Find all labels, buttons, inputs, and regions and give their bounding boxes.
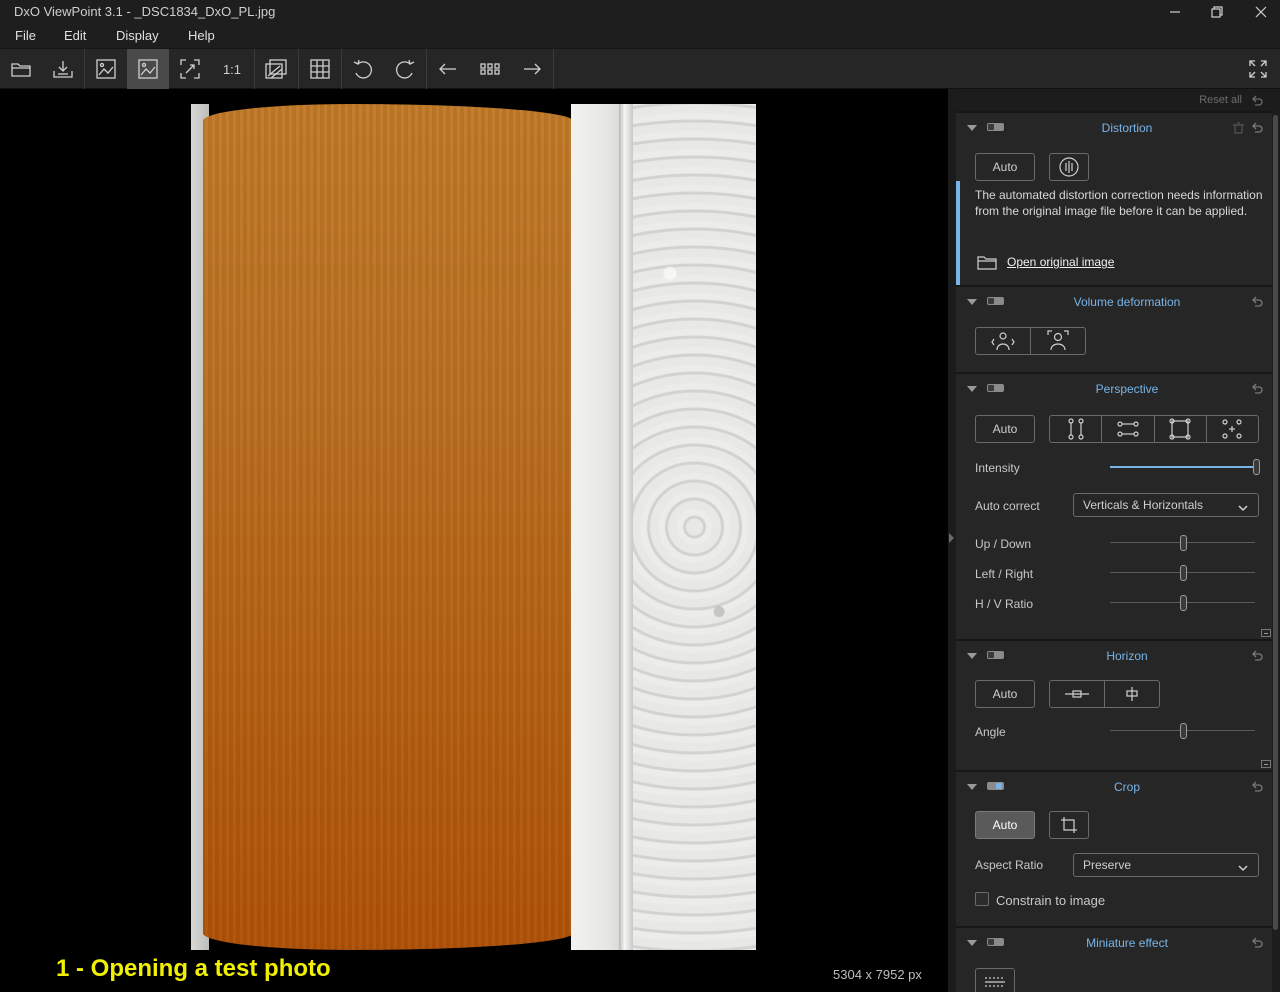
cylindrical-person-icon[interactable] bbox=[976, 328, 1031, 354]
close-button[interactable] bbox=[1238, 0, 1280, 24]
constrain-label: Constrain to image bbox=[996, 893, 1106, 908]
horizontal-parallel-icon[interactable] bbox=[1102, 416, 1155, 442]
collapse-advanced-icon[interactable] bbox=[1261, 629, 1271, 637]
panel-splitter[interactable] bbox=[948, 89, 956, 992]
menu-bar: File Edit Display Help bbox=[0, 24, 1280, 48]
left-right-label: Left / Right bbox=[975, 567, 1034, 581]
menu-file[interactable]: File bbox=[15, 28, 36, 43]
chevron-down-icon bbox=[1238, 501, 1248, 515]
volume-mode-group bbox=[975, 327, 1086, 355]
left-right-slider[interactable] bbox=[1110, 565, 1255, 581]
section-miniature-effect: Miniature effect bbox=[956, 926, 1272, 992]
angle-label: Angle bbox=[975, 725, 1006, 739]
section-title: Miniature effect bbox=[1086, 936, 1168, 950]
menu-edit[interactable]: Edit bbox=[64, 28, 86, 43]
distortion-auto-button[interactable]: Auto bbox=[975, 153, 1035, 181]
crop-auto-button[interactable]: Auto bbox=[975, 811, 1035, 839]
menu-help[interactable]: Help bbox=[188, 28, 215, 43]
custom-person-icon[interactable] bbox=[1031, 328, 1085, 354]
intensity-label: Intensity bbox=[975, 461, 1020, 475]
section-title: Perspective bbox=[1095, 382, 1159, 396]
photo bbox=[191, 104, 756, 950]
reset-all-button[interactable]: Reset all bbox=[1199, 94, 1242, 106]
angle-slider[interactable] bbox=[1110, 723, 1255, 739]
compare-icon[interactable] bbox=[255, 49, 297, 89]
reset-all-bar: Reset all bbox=[956, 89, 1280, 111]
info-message: The automated distortion correction need… bbox=[975, 188, 1263, 218]
undo-icon[interactable] bbox=[1251, 121, 1263, 133]
browse-grid-icon[interactable] bbox=[469, 49, 511, 89]
vertical-line-icon[interactable] bbox=[1105, 681, 1159, 707]
section-horizon: Horizon Auto Angle bbox=[956, 639, 1272, 770]
section-title: Volume deformation bbox=[1073, 295, 1181, 309]
horizon-auto-button[interactable]: Auto bbox=[975, 680, 1035, 708]
distortion-info-box: The automated distortion correction need… bbox=[956, 181, 1272, 287]
overlay-caption: 1 - Opening a test photo bbox=[56, 955, 331, 982]
restore-button[interactable] bbox=[1194, 0, 1240, 24]
trash-icon[interactable] bbox=[1232, 121, 1244, 139]
undo-icon[interactable] bbox=[1251, 295, 1263, 307]
auto-correct-dropdown[interactable]: Verticals & Horizontals bbox=[1073, 493, 1259, 517]
constrain-checkbox[interactable] bbox=[975, 892, 989, 906]
intensity-slider[interactable] bbox=[1110, 459, 1260, 475]
section-crop: Crop Auto Aspect Ratio Preserve Constrai… bbox=[956, 770, 1272, 926]
previous-arrow-icon[interactable] bbox=[427, 49, 469, 89]
image-viewer[interactable]: 1 - Opening a test photo 5304 x 7952 px bbox=[0, 89, 948, 992]
export-icon[interactable] bbox=[42, 49, 84, 89]
undo-icon[interactable] bbox=[1251, 649, 1263, 661]
rectangle-icon[interactable] bbox=[1155, 416, 1207, 442]
menu-display[interactable]: Display bbox=[116, 28, 159, 43]
next-arrow-icon[interactable] bbox=[511, 49, 553, 89]
crop-tool-icon[interactable] bbox=[1049, 811, 1089, 839]
horizon-line-icon[interactable] bbox=[1050, 681, 1105, 707]
hv-ratio-slider[interactable] bbox=[1110, 595, 1255, 611]
fit-screen-icon[interactable] bbox=[169, 49, 211, 89]
before-image-icon[interactable] bbox=[85, 49, 127, 89]
panel-scrollbar[interactable] bbox=[1272, 111, 1280, 992]
section-title: Horizon bbox=[1106, 649, 1148, 663]
section-volume-deformation: Volume deformation bbox=[956, 285, 1272, 372]
grid-icon[interactable] bbox=[299, 49, 341, 89]
up-down-slider[interactable] bbox=[1110, 535, 1255, 551]
up-down-label: Up / Down bbox=[975, 537, 1032, 551]
corrections-panel: Reset all Distortion Auto The automated … bbox=[956, 89, 1280, 992]
section-distortion: Distortion Auto The automated distortion… bbox=[956, 111, 1272, 287]
aspect-ratio-label: Aspect Ratio bbox=[975, 858, 1044, 872]
lens-profile-button[interactable] bbox=[1049, 153, 1089, 181]
folder-icon bbox=[976, 253, 998, 276]
minimize-button[interactable] bbox=[1152, 0, 1198, 24]
toolbar: 1:1 bbox=[0, 48, 1280, 89]
rotate-left-icon[interactable] bbox=[342, 49, 384, 89]
rotate-right-icon[interactable] bbox=[384, 49, 426, 89]
reset-all-undo-icon[interactable] bbox=[1251, 94, 1263, 112]
eight-point-icon[interactable] bbox=[1207, 416, 1258, 442]
vertical-parallel-icon[interactable] bbox=[1050, 416, 1103, 442]
window-title: DxO ViewPoint 3.1 - _DSC1834_DxO_PL.jpg bbox=[14, 4, 276, 19]
image-dimensions: 5304 x 7952 px bbox=[833, 967, 922, 982]
collapse-advanced-icon[interactable] bbox=[1261, 760, 1271, 768]
after-image-icon[interactable] bbox=[127, 49, 169, 89]
zoom-100-button[interactable]: 1:1 bbox=[211, 49, 253, 89]
miniature-tool-icon[interactable] bbox=[975, 968, 1015, 992]
open-original-link[interactable]: Open original image bbox=[1007, 255, 1114, 269]
undo-icon[interactable] bbox=[1251, 936, 1263, 948]
section-title: Crop bbox=[1113, 780, 1140, 794]
perspective-auto-button[interactable]: Auto bbox=[975, 415, 1035, 443]
chevron-down-icon bbox=[1238, 861, 1248, 875]
fullscreen-icon[interactable] bbox=[1237, 49, 1279, 89]
perspective-mode-group bbox=[1049, 415, 1259, 443]
horizon-mode-group bbox=[1049, 680, 1160, 708]
open-folder-icon[interactable] bbox=[0, 49, 42, 89]
hv-ratio-label: H / V Ratio bbox=[975, 597, 1034, 611]
aspect-ratio-dropdown[interactable]: Preserve bbox=[1073, 853, 1259, 877]
undo-icon[interactable] bbox=[1251, 382, 1263, 394]
title-bar: DxO ViewPoint 3.1 - _DSC1834_DxO_PL.jpg bbox=[0, 0, 1280, 24]
auto-correct-label: Auto correct bbox=[975, 499, 1040, 513]
undo-icon[interactable] bbox=[1251, 780, 1263, 792]
section-perspective: Perspective Auto Intensity Auto correct … bbox=[956, 372, 1272, 639]
